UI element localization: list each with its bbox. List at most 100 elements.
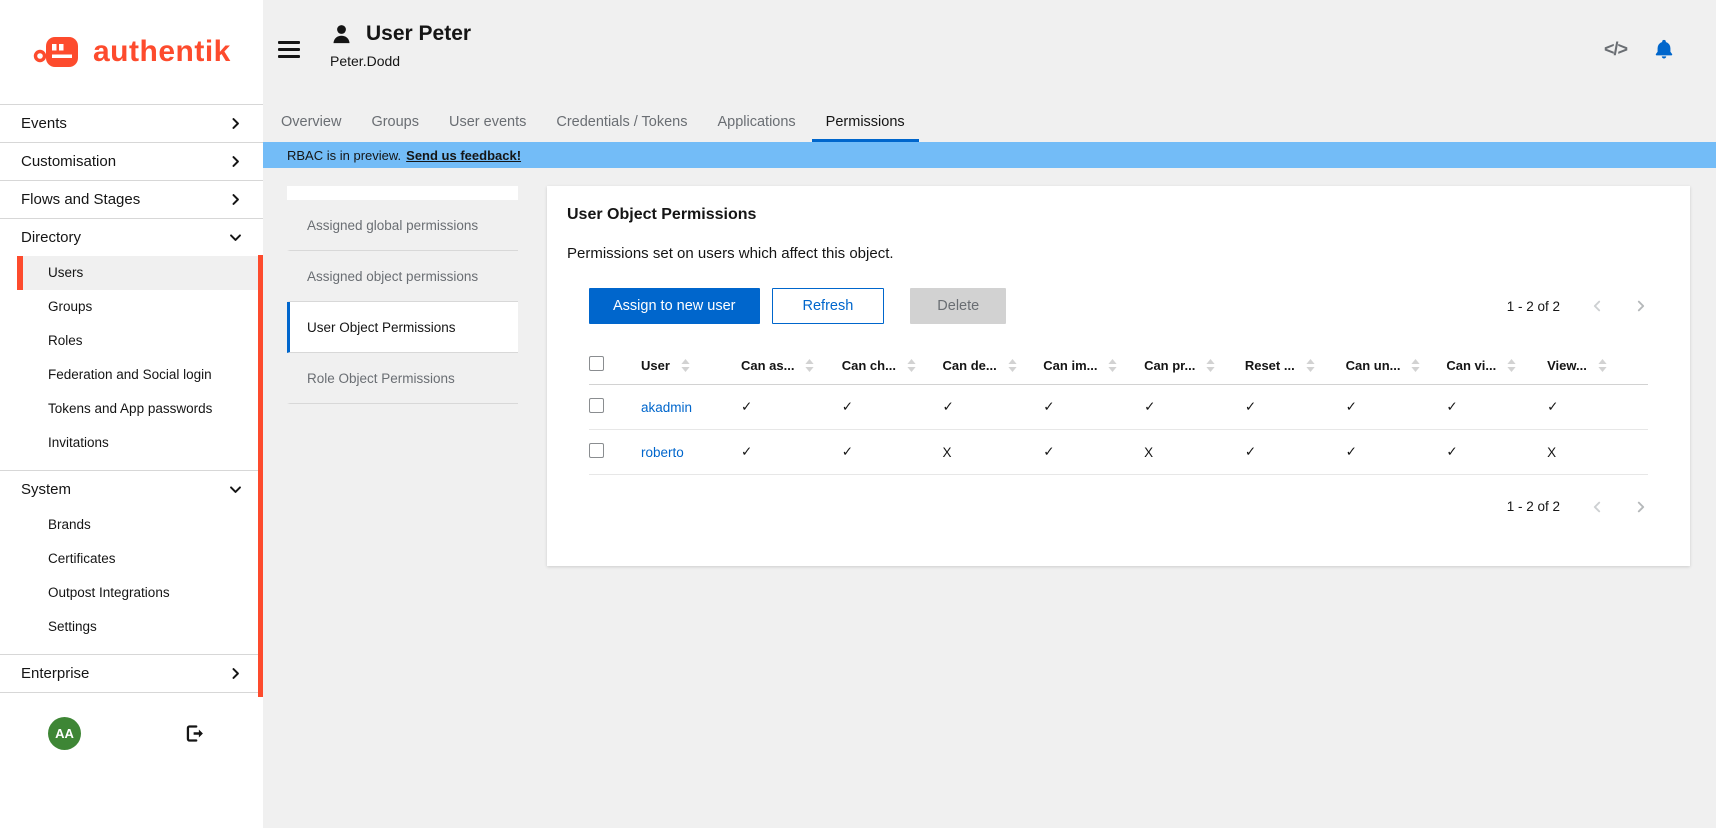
permission-mark: ✓ — [1245, 385, 1346, 430]
delete-button[interactable]: Delete — [910, 288, 1006, 324]
permission-mark: ✓ — [1043, 430, 1144, 475]
user-cell: akadmin — [641, 385, 741, 430]
subnav-item-assigned-global-permissions[interactable]: Assigned global permissions — [287, 200, 518, 251]
column-label: Can vi... — [1446, 358, 1496, 373]
select-all-checkbox[interactable] — [589, 356, 604, 371]
sidebar-item-flows-and-stages[interactable]: Flows and Stages — [0, 181, 263, 218]
authentik-logo[interactable]: authentik — [0, 0, 263, 104]
row-checkbox[interactable] — [589, 443, 604, 458]
permission-mark: ✓ — [842, 385, 943, 430]
pagination-prev-button[interactable] — [1590, 500, 1604, 514]
pagination-label: 1 - 2 of 2 — [1507, 499, 1560, 514]
column-header-can-ch[interactable]: Can ch... — [842, 344, 943, 385]
sidebar-item-label: System — [21, 481, 71, 498]
sort-icon — [1507, 359, 1516, 372]
sidebar-item-invitations[interactable]: Invitations — [0, 426, 263, 460]
page-subtitle: Peter.Dodd — [330, 53, 471, 69]
sidebar-section-system: System BrandsCertificatesOutpost Integrat… — [0, 471, 263, 655]
column-header-can-vi[interactable]: Can vi... — [1446, 344, 1547, 385]
permission-mark: ✓ — [842, 430, 943, 475]
sidebar-item-label: Events — [21, 115, 67, 132]
subnav-item-assigned-object-permissions[interactable]: Assigned object permissions — [287, 251, 518, 302]
column-header-can-un[interactable]: Can un... — [1346, 344, 1447, 385]
table-row: akadmin✓✓✓✓✓✓✓✓✓ — [589, 385, 1648, 430]
user-link[interactable]: roberto — [641, 445, 684, 460]
sidebar-item-users[interactable]: Users — [17, 256, 263, 290]
chevron-down-icon — [229, 231, 242, 244]
sort-icon — [907, 359, 916, 372]
chevron-down-icon — [229, 483, 242, 496]
column-header-view[interactable]: View... — [1547, 344, 1648, 385]
user-cell: roberto — [641, 430, 741, 475]
row-checkbox[interactable] — [589, 398, 604, 413]
permission-mark: ✓ — [1346, 385, 1447, 430]
sidebar-item-brands[interactable]: Brands — [0, 508, 263, 542]
sort-icon — [1008, 359, 1017, 372]
column-label: Can un... — [1346, 358, 1401, 373]
sign-out-button[interactable] — [184, 723, 205, 744]
sidebar-item-system[interactable]: System — [0, 471, 263, 508]
api-drawer-button[interactable]: </> — [1604, 39, 1627, 60]
chevron-right-icon — [229, 117, 242, 130]
permission-mark: ✓ — [1446, 430, 1547, 475]
tab-overview[interactable]: Overview — [267, 104, 355, 142]
sidebar-subitems: UsersGroupsRolesFederation and Social lo… — [0, 256, 263, 470]
subnav-item-role-object-permissions[interactable]: Role Object Permissions — [287, 353, 518, 404]
sidebar-item-federation-and-social-login[interactable]: Federation and Social login — [0, 358, 263, 392]
column-header-can-im[interactable]: Can im... — [1043, 344, 1144, 385]
tab-applications[interactable]: Applications — [703, 104, 809, 142]
page-title: User Peter — [366, 22, 471, 46]
panel-title: User Object Permissions — [567, 206, 1670, 224]
column-header-can-pr[interactable]: Can pr... — [1144, 344, 1245, 385]
sidebar-item-label: Directory — [21, 229, 81, 246]
column-label: Can im... — [1043, 358, 1097, 373]
sidebar-item-events[interactable]: Events — [0, 105, 263, 142]
sidebar-footer: AA — [0, 701, 263, 765]
row-checkbox-cell — [589, 385, 641, 430]
notifications-button[interactable] — [1653, 38, 1675, 60]
column-label: User — [641, 358, 670, 373]
sidebar-scrollbar[interactable] — [258, 255, 263, 697]
column-label: Can as... — [741, 358, 794, 373]
pagination-bottom-wrap: 1 - 2 of 2 — [567, 499, 1670, 514]
sidebar-item-outpost-integrations[interactable]: Outpost Integrations — [0, 576, 263, 610]
sidebar-item-customisation[interactable]: Customisation — [0, 143, 263, 180]
menu-icon[interactable] — [278, 41, 300, 58]
sidebar-item-certificates[interactable]: Certificates — [0, 542, 263, 576]
sidebar-section-customisation: Customisation — [0, 143, 263, 181]
permission-mark: ✓ — [943, 385, 1044, 430]
topbar-icons: </> — [1604, 38, 1675, 60]
sidebar-item-tokens-and-app-passwords[interactable]: Tokens and App passwords — [0, 392, 263, 426]
sort-icon — [1108, 359, 1117, 372]
content: Assigned global permissionsAssigned obje… — [263, 168, 1716, 828]
sidebar-item-settings[interactable]: Settings — [0, 610, 263, 644]
refresh-button[interactable]: Refresh — [772, 288, 885, 324]
tab-credentials-tokens[interactable]: Credentials / Tokens — [542, 104, 701, 142]
avatar[interactable]: AA — [48, 717, 81, 750]
chevron-right-icon — [1634, 500, 1648, 514]
sidebar-item-enterprise[interactable]: Enterprise — [0, 655, 263, 692]
sidebar-item-groups[interactable]: Groups — [0, 290, 263, 324]
permission-mark: ✓ — [1043, 385, 1144, 430]
column-label: Reset ... — [1245, 358, 1295, 373]
column-label: Can pr... — [1144, 358, 1195, 373]
user-link[interactable]: akadmin — [641, 400, 692, 415]
permission-mark: ✓ — [1346, 430, 1447, 475]
feedback-link[interactable]: Send us feedback! — [406, 148, 521, 163]
pagination-next-button[interactable] — [1634, 500, 1648, 514]
column-header-can-as[interactable]: Can as... — [741, 344, 842, 385]
pagination-prev-button[interactable] — [1590, 299, 1604, 313]
chevron-right-icon — [229, 193, 242, 206]
bell-icon — [1653, 38, 1675, 60]
pagination-next-button[interactable] — [1634, 299, 1648, 313]
sidebar-item-directory[interactable]: Directory — [0, 219, 263, 256]
column-header-user[interactable]: User — [641, 344, 741, 385]
assign-to-new-user-button[interactable]: Assign to new user — [589, 288, 760, 324]
subnav-item-user-object-permissions[interactable]: User Object Permissions — [287, 302, 518, 353]
tab-permissions[interactable]: Permissions — [812, 104, 919, 142]
tab-groups[interactable]: Groups — [357, 104, 433, 142]
sidebar-item-roles[interactable]: Roles — [0, 324, 263, 358]
column-header-can-de[interactable]: Can de... — [943, 344, 1044, 385]
column-header-reset[interactable]: Reset ... — [1245, 344, 1346, 385]
tab-user-events[interactable]: User events — [435, 104, 540, 142]
